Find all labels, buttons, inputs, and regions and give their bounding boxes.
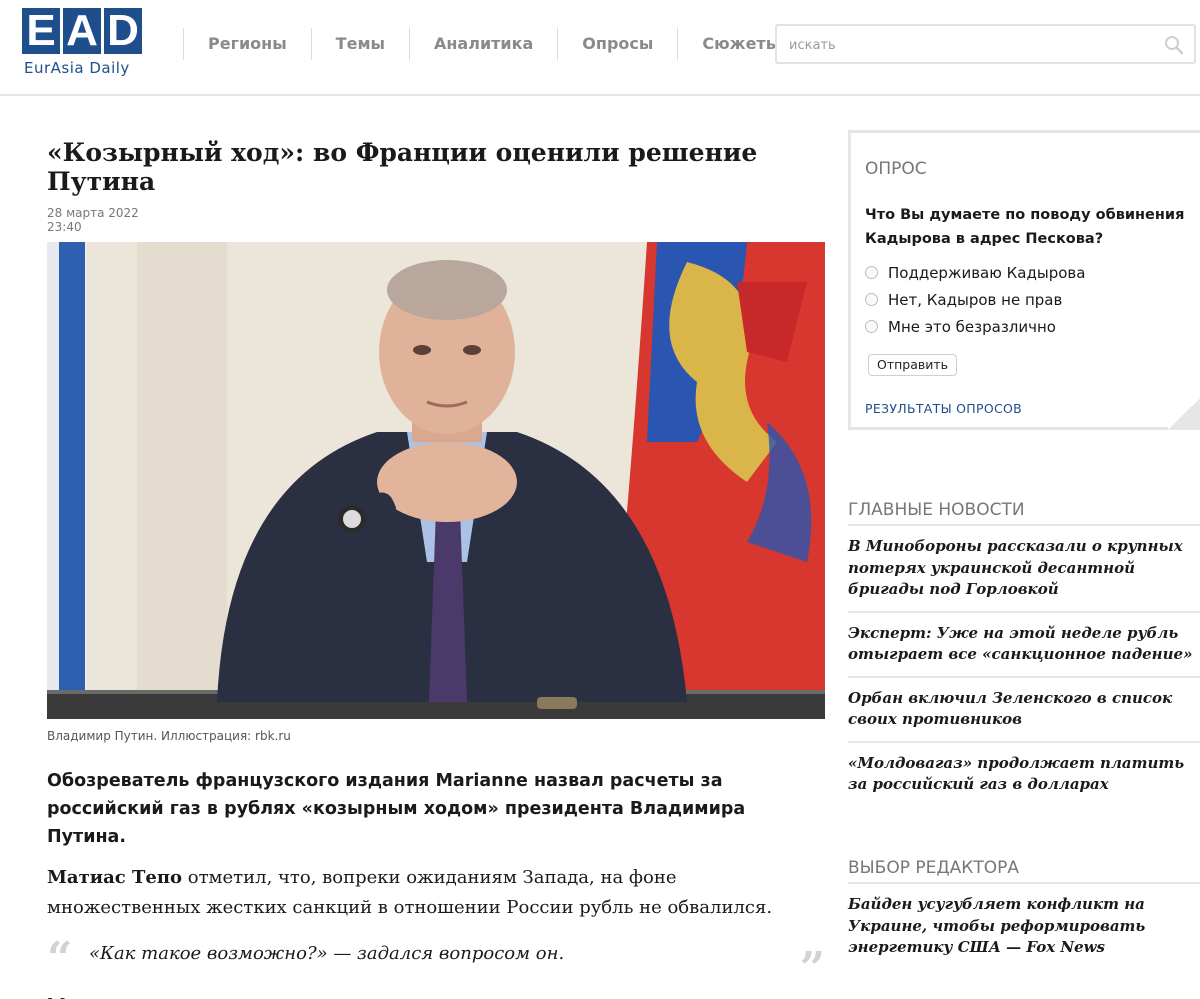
- news-item[interactable]: Орбан включил Зеленского в список своих …: [848, 678, 1200, 743]
- poll-option[interactable]: Нет, Кадыров не прав: [865, 286, 1085, 313]
- poll-option-label: Нет, Кадыров не прав: [888, 290, 1063, 309]
- person-name: Матиас Тепо: [47, 867, 183, 888]
- photo-caption: Владимир Путин. Иллюстрация: rbk.ru: [47, 729, 291, 743]
- poll-question: Что Вы думаете по поводу обвинения Кадыр…: [865, 207, 1185, 247]
- radio-button[interactable]: [865, 266, 878, 279]
- article-paragraph-2: Москва ввела контроль за потоками капита…: [47, 991, 822, 999]
- poll-results-link[interactable]: РЕЗУЛЬТАТЫ ОПРОСОВ: [865, 401, 1022, 416]
- logo-subtitle: EurAsia Daily: [24, 59, 130, 77]
- quote-text: «Как такое возможно?» — задался вопросом…: [89, 943, 565, 964]
- poll-option-label: Поддерживаю Кадырова: [888, 263, 1086, 282]
- editor-choice-heading: ВЫБОР РЕДАКТОРА: [848, 852, 1200, 884]
- search-box: [775, 24, 1196, 64]
- nav-item-topics[interactable]: Темы: [310, 28, 409, 60]
- article-date-day: 28 марта 2022: [47, 206, 139, 220]
- logo-letter-d: D: [104, 8, 142, 54]
- poll-widget: ОПРОС Что Вы думаете по поводу обвинения…: [848, 130, 1200, 430]
- site-header: E A D EurAsia Daily Регионы Темы Аналити…: [0, 0, 1200, 96]
- poll-options: Поддерживаю Кадырова Нет, Кадыров не пра…: [865, 259, 1085, 340]
- news-item[interactable]: «Молдовагаз» продолжает платить за росси…: [848, 743, 1200, 806]
- site-logo[interactable]: E A D EurAsia Daily: [22, 8, 152, 80]
- article-quote: “ «Как такое возможно?» — задался вопрос…: [47, 937, 825, 991]
- quote-close-icon: ”: [799, 943, 825, 994]
- article-photo-illustration: [47, 242, 825, 719]
- article-date-time: 23:40: [47, 220, 82, 234]
- search-input[interactable]: [789, 36, 1149, 54]
- nav-item-analytics[interactable]: Аналитика: [408, 28, 557, 60]
- news-item[interactable]: В Минобороны рассказали о крупных потеря…: [848, 526, 1200, 613]
- poll-corner-fold: [1168, 398, 1200, 430]
- search-icon[interactable]: [1164, 35, 1184, 55]
- radio-button[interactable]: [865, 320, 878, 333]
- article-title: «Козырный ход»: во Франции оценили решен…: [47, 138, 758, 196]
- nav-item-regions[interactable]: Регионы: [183, 28, 311, 60]
- quote-open-icon: “: [47, 933, 73, 984]
- article-date: 28 марта 2022 23:40: [47, 206, 825, 234]
- editor-choice-item[interactable]: Байден усугубляет конфликт на Украине, ч…: [848, 884, 1200, 969]
- poll-option[interactable]: Поддерживаю Кадырова: [865, 259, 1085, 286]
- poll-option-label: Мне это безразлично: [888, 317, 1056, 336]
- nav-item-polls[interactable]: Опросы: [557, 28, 677, 60]
- poll-label: ОПРОС: [865, 159, 927, 179]
- main-nav: Регионы Темы Аналитика Опросы Сюжеты: [183, 28, 804, 60]
- article: «Козырный ход»: во Франции оценили решен…: [47, 130, 825, 999]
- poll-option[interactable]: Мне это безразлично: [865, 313, 1085, 340]
- poll-submit-button[interactable]: Отправить: [868, 354, 958, 376]
- news-item[interactable]: Эксперт: Уже на этой неделе рубль отыгра…: [848, 613, 1200, 678]
- main-news-heading: ГЛАВНЫЕ НОВОСТИ: [848, 494, 1200, 526]
- article-paragraph-1: Матиас Тепо отметил, что, вопреки ожидан…: [47, 863, 822, 923]
- logo-letters: E A D: [22, 8, 142, 54]
- logo-letter-a: A: [63, 8, 101, 54]
- article-lead: Обозреватель французского издания Marian…: [47, 771, 746, 847]
- editor-choice: ВЫБОР РЕДАКТОРА Байден усугубляет конфли…: [848, 852, 1200, 969]
- article-photo: [47, 242, 825, 719]
- logo-letter-e: E: [22, 8, 60, 54]
- main-news: ГЛАВНЫЕ НОВОСТИ В Минобороны рассказали …: [848, 494, 1200, 806]
- radio-button[interactable]: [865, 293, 878, 306]
